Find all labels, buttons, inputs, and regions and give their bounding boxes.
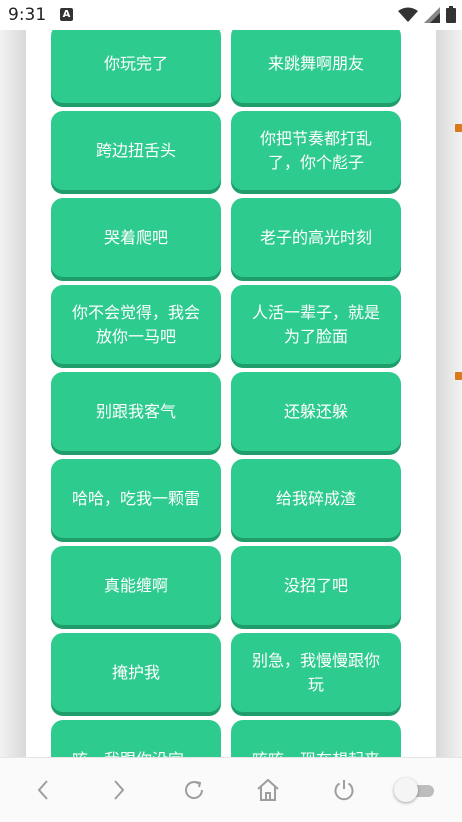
- power-button[interactable]: [328, 774, 360, 806]
- signal-icon: [424, 6, 440, 23]
- sound-button[interactable]: 老子的高光时刻: [231, 198, 401, 277]
- refresh-icon: [185, 781, 204, 799]
- sound-button[interactable]: 哈哈，吃我一颗雷: [51, 459, 221, 538]
- wifi-icon: [398, 7, 418, 22]
- sound-button[interactable]: 哭着爬吧: [51, 198, 221, 277]
- right-edge-shade: [436, 30, 462, 757]
- notification-icon: A: [60, 8, 73, 21]
- sound-button[interactable]: 你把节奏都打乱了，你个彪子: [231, 111, 401, 190]
- home-icon: [257, 778, 279, 801]
- back-icon: [37, 780, 48, 800]
- home-button[interactable]: [252, 774, 284, 806]
- status-time: 9:31: [8, 5, 47, 25]
- sound-button[interactable]: 没招了吧: [231, 546, 401, 625]
- sound-button[interactable]: 还躲还躲: [231, 372, 401, 451]
- scroll-marker: [455, 124, 462, 132]
- power-icon: [334, 780, 354, 801]
- sound-button[interactable]: 别急，我慢慢跟你玩: [231, 633, 401, 712]
- battery-icon: [446, 6, 456, 23]
- back-button[interactable]: [28, 774, 60, 806]
- sound-button[interactable]: 真能缠啊: [51, 546, 221, 625]
- sound-button[interactable]: 咳咳，现在想起来: [231, 720, 401, 757]
- status-icons: [398, 6, 456, 23]
- forward-button[interactable]: [102, 774, 134, 806]
- sound-button[interactable]: 掩护我: [51, 633, 221, 712]
- main-content[interactable]: 你玩完了 来跳舞啊朋友 跨边扭舌头 你把节奏都打乱了，你个彪子 哭着爬吧 老子的…: [26, 30, 436, 757]
- sound-button[interactable]: 给我碎成渣: [231, 459, 401, 538]
- bottom-nav-bar: [0, 757, 462, 822]
- sound-button[interactable]: 跨边扭舌头: [51, 111, 221, 190]
- sound-button[interactable]: 人活一辈子，就是为了脸面: [231, 285, 401, 364]
- toggle-switch[interactable]: [394, 778, 436, 802]
- sound-button[interactable]: 你玩完了: [51, 30, 221, 103]
- sound-button[interactable]: 咳，我跟你没完，: [51, 720, 221, 757]
- sound-button-grid: 你玩完了 来跳舞啊朋友 跨边扭舌头 你把节奏都打乱了，你个彪子 哭着爬吧 老子的…: [51, 30, 401, 757]
- refresh-button[interactable]: [178, 774, 210, 806]
- left-edge-shade: [0, 30, 26, 757]
- sound-button[interactable]: 来跳舞啊朋友: [231, 30, 401, 103]
- toggle-knob: [394, 778, 418, 802]
- sound-button[interactable]: 你不会觉得，我会放你一马吧: [51, 285, 221, 364]
- forward-icon: [114, 780, 125, 800]
- scroll-marker: [455, 372, 462, 380]
- status-bar: 9:31 A: [0, 0, 462, 30]
- sound-button[interactable]: 别跟我客气: [51, 372, 221, 451]
